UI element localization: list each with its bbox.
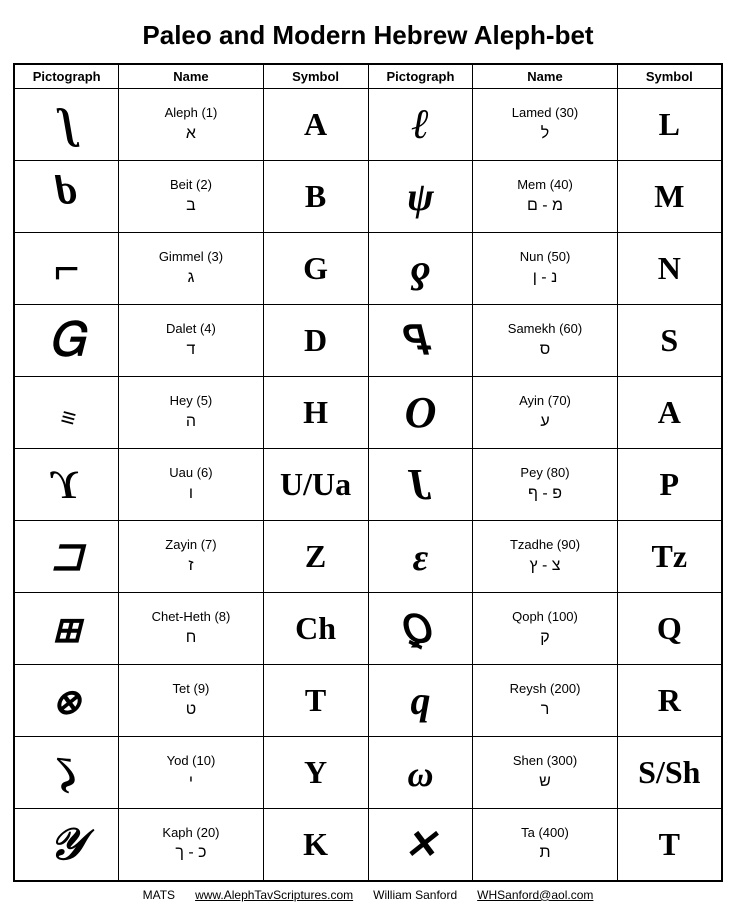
right-symbol-6: Tz: [617, 521, 722, 593]
left-pictograph-0: ʃ: [14, 89, 119, 161]
left-pictograph-2: ⌐: [14, 233, 119, 305]
right-symbol-10: T: [617, 809, 722, 881]
right-pictograph-9: ω: [368, 737, 473, 809]
table-row: ζ Yod (10)י Y ω Shen (300)ש S/Sh: [14, 737, 722, 809]
right-pictograph-3: Ꝑ: [368, 305, 473, 377]
right-name-2: Nun (50)נ - ן: [473, 233, 617, 305]
right-pictograph-7: Ꝗ: [368, 593, 473, 665]
left-symbol-8: T: [263, 665, 368, 737]
right-symbol-9: S/Sh: [617, 737, 722, 809]
right-name-7: Qoph (100)ק: [473, 593, 617, 665]
right-symbol-3: S: [617, 305, 722, 377]
table-row: ʃ Aleph (1)א A ℓ Lamed (30)ל L: [14, 89, 722, 161]
right-symbol-5: P: [617, 449, 722, 521]
left-name-10: Kaph (20)כ - ך: [119, 809, 263, 881]
header-symbol-2: Symbol: [617, 64, 722, 89]
left-name-1: Beit (2)ב: [119, 161, 263, 233]
table-row: Ꮐ Dalet (4)ד D Ꝑ Samekh (60)ס S: [14, 305, 722, 377]
left-name-8: Tet (9)ט: [119, 665, 263, 737]
left-name-4: Hey (5)ה: [119, 377, 263, 449]
table-row: ρ Beit (2)ב B ψ Mem (40)מ - ם M: [14, 161, 722, 233]
right-name-1: Mem (40)מ - ם: [473, 161, 617, 233]
left-symbol-4: H: [263, 377, 368, 449]
right-pictograph-6: ε: [368, 521, 473, 593]
left-name-6: Zayin (7)ז: [119, 521, 263, 593]
right-name-5: Pey (80)פ - ף: [473, 449, 617, 521]
footer-org: MATS: [143, 888, 175, 902]
footer-website[interactable]: www.AlephTavScriptures.com: [195, 888, 353, 902]
left-pictograph-8: ⊗: [14, 665, 119, 737]
left-symbol-10: K: [263, 809, 368, 881]
left-pictograph-3: Ꮐ: [14, 305, 119, 377]
left-symbol-6: Z: [263, 521, 368, 593]
left-name-7: Chet-Heth (8)ח: [119, 593, 263, 665]
right-name-9: Shen (300)ש: [473, 737, 617, 809]
footer-email[interactable]: WHSanford@aol.com: [477, 888, 593, 902]
left-pictograph-4: ≡: [14, 377, 119, 449]
right-pictograph-4: O: [368, 377, 473, 449]
header-pictograph-2: Pictograph: [368, 64, 473, 89]
right-pictograph-0: ℓ: [368, 89, 473, 161]
header-name-2: Name: [473, 64, 617, 89]
left-name-2: Gimmel (3)ג: [119, 233, 263, 305]
right-name-6: Tzadhe (90)צ - ץ: [473, 521, 617, 593]
right-symbol-4: A: [617, 377, 722, 449]
left-name-0: Aleph (1)א: [119, 89, 263, 161]
right-symbol-7: Q: [617, 593, 722, 665]
left-name-3: Dalet (4)ד: [119, 305, 263, 377]
right-name-8: Reysh (200)ר: [473, 665, 617, 737]
left-symbol-7: Ch: [263, 593, 368, 665]
aleph-bet-table: Pictograph Name Symbol Pictograph Name S…: [13, 63, 723, 882]
table-row: ⌐ Gimmel (3)ג G ƍ Nun (50)נ - ן N: [14, 233, 722, 305]
right-symbol-2: N: [617, 233, 722, 305]
left-symbol-3: D: [263, 305, 368, 377]
left-pictograph-9: ζ: [14, 737, 119, 809]
table-row: 𝒴 Kaph (20)כ - ך K ✕ Ta (400)ת T: [14, 809, 722, 881]
left-symbol-9: Y: [263, 737, 368, 809]
left-pictograph-7: ⊞: [14, 593, 119, 665]
left-symbol-2: G: [263, 233, 368, 305]
left-pictograph-5: ϒ: [14, 449, 119, 521]
table-row: ⊞ Chet-Heth (8)ח Ch Ꝗ Qoph (100)ק Q: [14, 593, 722, 665]
left-symbol-0: A: [263, 89, 368, 161]
right-symbol-1: M: [617, 161, 722, 233]
table-row: ⊐ Zayin (7)ז Z ε Tzadhe (90)צ - ץ Tz: [14, 521, 722, 593]
table-row: ⊗ Tet (9)ט T q Reysh (200)ר R: [14, 665, 722, 737]
left-symbol-5: U/Ua: [263, 449, 368, 521]
left-pictograph-1: ρ: [14, 161, 119, 233]
footer: MATS www.AlephTavScriptures.com William …: [143, 888, 594, 902]
header-pictograph-1: Pictograph: [14, 64, 119, 89]
right-name-3: Samekh (60)ס: [473, 305, 617, 377]
right-pictograph-5: J: [368, 449, 473, 521]
footer-author: William Sanford: [373, 888, 457, 902]
right-name-10: Ta (400)ת: [473, 809, 617, 881]
right-name-0: Lamed (30)ל: [473, 89, 617, 161]
left-name-9: Yod (10)י: [119, 737, 263, 809]
page-title: Paleo and Modern Hebrew Aleph-bet: [142, 20, 593, 51]
left-pictograph-10: 𝒴: [14, 809, 119, 881]
right-symbol-8: R: [617, 665, 722, 737]
right-pictograph-2: ƍ: [368, 233, 473, 305]
left-name-5: Uau (6)ו: [119, 449, 263, 521]
header-symbol-1: Symbol: [263, 64, 368, 89]
right-name-4: Ayin (70)ע: [473, 377, 617, 449]
header-name-1: Name: [119, 64, 263, 89]
right-symbol-0: L: [617, 89, 722, 161]
right-pictograph-10: ✕: [368, 809, 473, 881]
left-symbol-1: B: [263, 161, 368, 233]
right-pictograph-8: q: [368, 665, 473, 737]
right-pictograph-1: ψ: [368, 161, 473, 233]
left-pictograph-6: ⊐: [14, 521, 119, 593]
table-row: ϒ Uau (6)ו U/Ua J Pey (80)פ - ף P: [14, 449, 722, 521]
table-row: ≡ Hey (5)ה H O Ayin (70)ע A: [14, 377, 722, 449]
